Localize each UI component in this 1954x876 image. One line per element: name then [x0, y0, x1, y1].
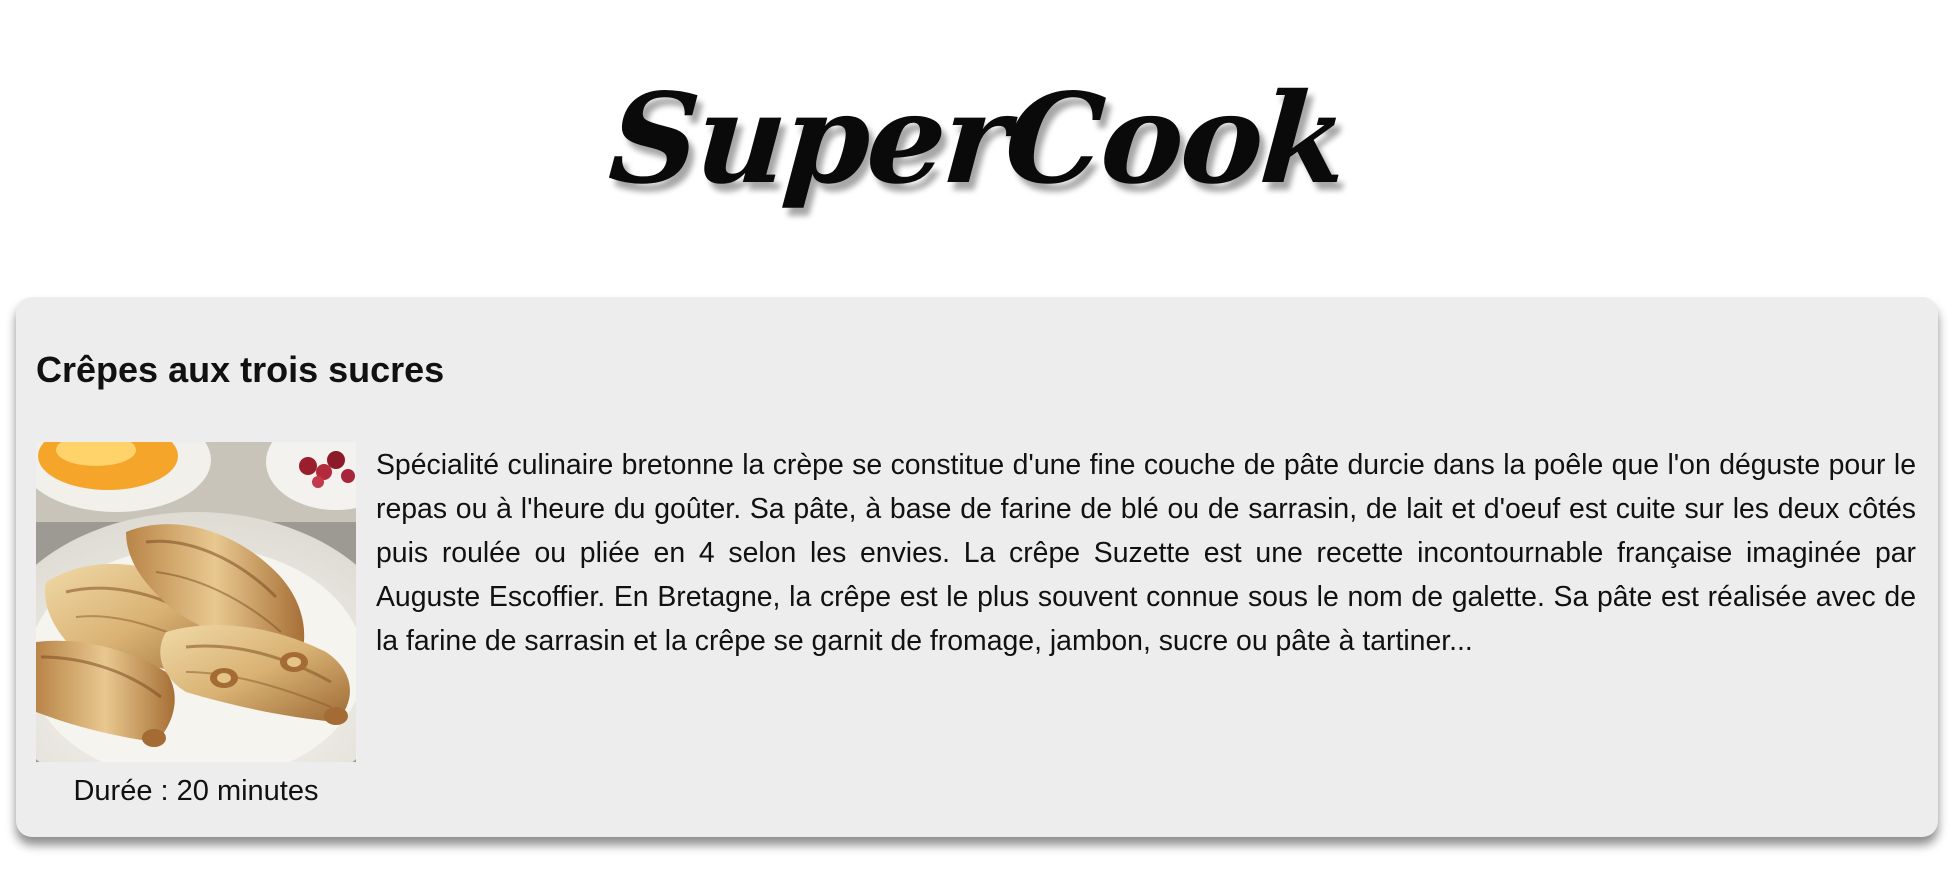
recipe-duration: Durée : 20 minutes — [73, 775, 319, 807]
recipe-description: Spécialité culinaire bretonne la crèpe s… — [376, 449, 1916, 657]
crepes-photo-icon — [36, 442, 356, 762]
recipe-photo[interactable] — [36, 442, 356, 762]
recipe-title[interactable]: Crêpes aux trois sucres — [36, 349, 444, 391]
site-header: SuperCook — [0, 0, 1954, 290]
site-logo[interactable]: SuperCook — [605, 67, 1349, 212]
recipe-card: Crêpes aux trois sucres Durée: 20 minut… — [16, 297, 1938, 837]
